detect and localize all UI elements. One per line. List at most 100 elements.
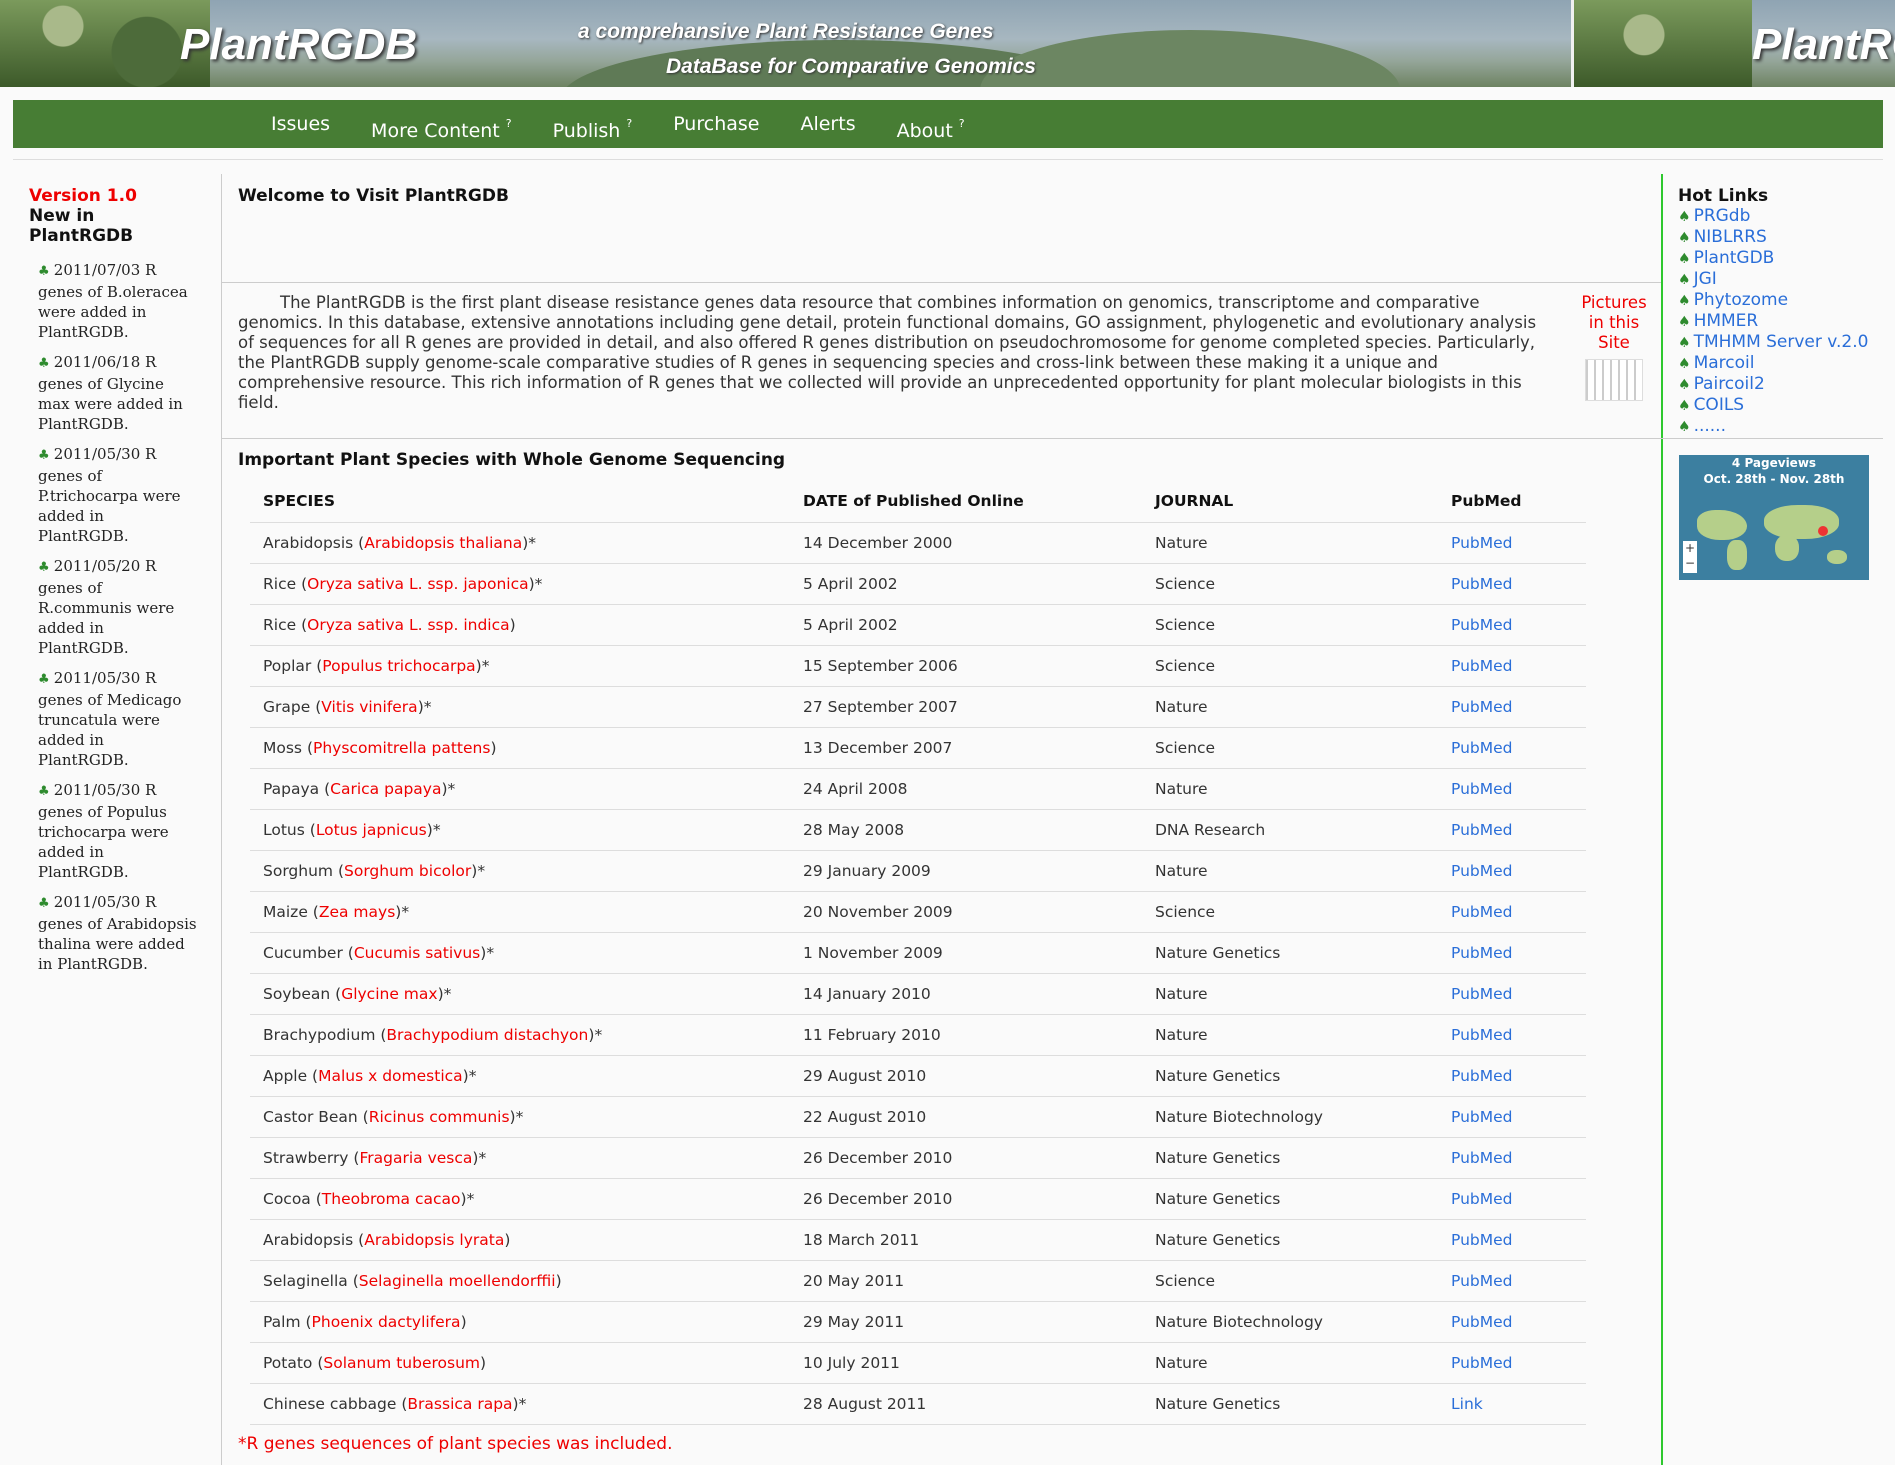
pubmed-link[interactable]: PubMed — [1451, 534, 1513, 552]
species-latin-link[interactable]: Zea mays — [319, 903, 395, 921]
hot-link[interactable]: ♠ NIBLRRS — [1678, 227, 1888, 248]
nav-item-purchase[interactable]: Purchase — [673, 100, 759, 148]
pubmed-link[interactable]: PubMed — [1451, 903, 1513, 921]
species-latin-link[interactable]: Carica papaya — [330, 780, 441, 798]
species-latin-link[interactable]: Lotus japnicus — [316, 821, 427, 839]
species-latin-link[interactable]: Populus trichocarpa — [322, 657, 475, 675]
pubmed-link[interactable]: PubMed — [1451, 1149, 1513, 1167]
included-marker: * — [432, 820, 441, 839]
site-logo[interactable]: PlantRGDB — [180, 20, 417, 70]
species-latin-link[interactable]: Fragaria vesca — [359, 1149, 472, 1167]
pubmed-link[interactable]: PubMed — [1451, 1354, 1513, 1372]
column-header-journal: JOURNAL — [1142, 481, 1438, 523]
pubmed-link[interactable]: PubMed — [1451, 575, 1513, 593]
species-latin-link[interactable]: Phoenix dactylifera — [312, 1313, 461, 1331]
hot-link[interactable]: ♠...... — [1678, 416, 1888, 437]
pubmed-link[interactable]: PubMed — [1451, 657, 1513, 675]
pubmed-link[interactable]: PubMed — [1451, 862, 1513, 880]
nav-item-publish[interactable]: Publish? — [553, 100, 633, 148]
spade-icon: ♠ — [1678, 251, 1691, 267]
species-latin-link[interactable]: Cucumis sativus — [354, 944, 480, 962]
pubmed-link[interactable]: PubMed — [1451, 1313, 1513, 1331]
pubmed-link[interactable]: PubMed — [1451, 616, 1513, 634]
pictures-thumbnail[interactable] — [1585, 359, 1643, 401]
welcome-heading: Welcome to Visit PlantRGDB — [238, 186, 509, 206]
included-marker: * — [528, 533, 537, 552]
map-land — [1827, 550, 1847, 564]
date-cell: 27 September 2007 — [790, 686, 1142, 728]
intro-paragraph: The PlantRGDB is the first plant disease… — [238, 293, 1537, 412]
zoom-in-icon[interactable]: + — [1685, 541, 1695, 555]
visitor-dot — [1818, 526, 1828, 536]
date-cell: 1 November 2009 — [790, 932, 1142, 974]
news-item: ♣ 2011/07/03 R genes of B.oleracea were … — [38, 260, 199, 342]
spade-icon: ♠ — [1678, 419, 1691, 435]
hot-link[interactable]: ♠ PlantGDB — [1678, 248, 1888, 269]
date-cell: 28 May 2008 — [790, 809, 1142, 851]
species-latin-link[interactable]: Selaginella moellendorffii — [359, 1272, 556, 1290]
hot-link[interactable]: ♠ Phytozome — [1678, 290, 1888, 311]
pubmed-link[interactable]: PubMed — [1451, 1067, 1513, 1085]
species-latin-link[interactable]: Arabidopsis thaliana — [364, 534, 522, 552]
pubmed-cell: PubMed — [1438, 1260, 1586, 1302]
visitor-map[interactable]: 4 Pageviews Oct. 28th - Nov. 28th + − — [1679, 455, 1869, 580]
species-latin-link[interactable]: Brachypodium distachyon — [386, 1026, 588, 1044]
species-latin-link[interactable]: Vitis vinifera — [321, 698, 417, 716]
nav-item-alerts[interactable]: Alerts — [800, 100, 855, 148]
species-cell: Arabidopsis (Arabidopsis thaliana)* — [250, 522, 790, 564]
species-latin-link[interactable]: Arabidopsis lyrata — [364, 1231, 504, 1249]
species-latin-link[interactable]: Oryza sativa L. ssp. indica — [307, 616, 510, 634]
nav-item-issues[interactable]: Issues — [271, 100, 330, 148]
hot-link[interactable]: ♠ COILS — [1678, 395, 1888, 416]
pubmed-link[interactable]: PubMed — [1451, 698, 1513, 716]
nav-item-about[interactable]: About? — [897, 100, 965, 148]
spade-icon: ♠ — [1678, 377, 1691, 393]
pubmed-link[interactable]: PubMed — [1451, 1026, 1513, 1044]
news-text: 2011/05/30 R genes of P.trichocarpa were… — [38, 445, 181, 545]
species-latin-link[interactable]: Solanum tuberosum — [323, 1354, 480, 1372]
pubmed-link[interactable]: PubMed — [1451, 944, 1513, 962]
map-land — [1697, 510, 1747, 540]
species-latin-link[interactable]: Ricinus communis — [369, 1108, 510, 1126]
table-row: Arabidopsis (Arabidopsis thaliana)* 14 De… — [250, 522, 1586, 564]
pictures-link[interactable]: Pictures in this Site — [1578, 293, 1650, 401]
species-latin-link[interactable]: Brassica rapa — [407, 1395, 512, 1413]
pubmed-link[interactable]: PubMed — [1451, 821, 1513, 839]
hot-link[interactable]: ♠ PRGdb — [1678, 206, 1888, 227]
species-latin-link[interactable]: Malus x domestica — [318, 1067, 463, 1085]
species-latin-link[interactable]: Theobroma cacao — [322, 1190, 461, 1208]
species-latin-link[interactable]: Sorghum bicolor — [344, 862, 471, 880]
species-latin-link[interactable]: Physcomitrella pattens — [313, 739, 490, 757]
pubmed-link[interactable]: PubMed — [1451, 780, 1513, 798]
new-in-heading: New in PlantRGDB — [29, 206, 134, 246]
hot-link[interactable]: ♠ Marcoil — [1678, 353, 1888, 374]
table-row: Cucumber (Cucumis sativus)* 1 November 20… — [250, 932, 1586, 974]
zoom-out-icon[interactable]: − — [1685, 556, 1695, 570]
date-cell: 28 August 2011 — [790, 1383, 1142, 1425]
nav-item-more-content[interactable]: More Content? — [371, 100, 512, 148]
table-row: Poplar (Populus trichocarpa)* 15 Septembe… — [250, 645, 1586, 687]
pubmed-link[interactable]: PubMed — [1451, 1272, 1513, 1290]
hot-link[interactable]: ♠ HMMER — [1678, 311, 1888, 332]
column-header-species: SPECIES — [250, 481, 790, 523]
species-latin-link[interactable]: Glycine max — [341, 985, 437, 1003]
hot-link[interactable]: ♠ TMHMM Server v.2.0 — [1678, 332, 1888, 353]
pubmed-link[interactable]: PubMed — [1451, 739, 1513, 757]
hot-link[interactable]: ♠ JGI — [1678, 269, 1888, 290]
species-cell: Chinese cabbage (Brassica rapa)* — [250, 1383, 790, 1425]
species-latin-link[interactable]: Oryza sativa L. ssp. japonica — [307, 575, 528, 593]
map-land — [1775, 535, 1799, 561]
pubmed-link[interactable]: Link — [1451, 1395, 1483, 1413]
map-zoom-control[interactable]: + − — [1683, 541, 1697, 573]
pubmed-link[interactable]: PubMed — [1451, 1190, 1513, 1208]
hot-link[interactable]: ♠ Paircoil2 — [1678, 374, 1888, 395]
journal-cell: Nature Biotechnology — [1142, 1301, 1438, 1343]
pubmed-link[interactable]: PubMed — [1451, 1108, 1513, 1126]
species-common-name: Moss — [263, 738, 303, 757]
species-common-name: Soybean — [263, 984, 331, 1003]
pubmed-link[interactable]: PubMed — [1451, 985, 1513, 1003]
pageviews-range: Oct. 28th - Nov. 28th — [1703, 472, 1845, 486]
news-item: ♣ 2011/05/30 R genes of Populus trichoca… — [38, 780, 199, 882]
date-cell: 20 May 2011 — [790, 1260, 1142, 1302]
pubmed-link[interactable]: PubMed — [1451, 1231, 1513, 1249]
